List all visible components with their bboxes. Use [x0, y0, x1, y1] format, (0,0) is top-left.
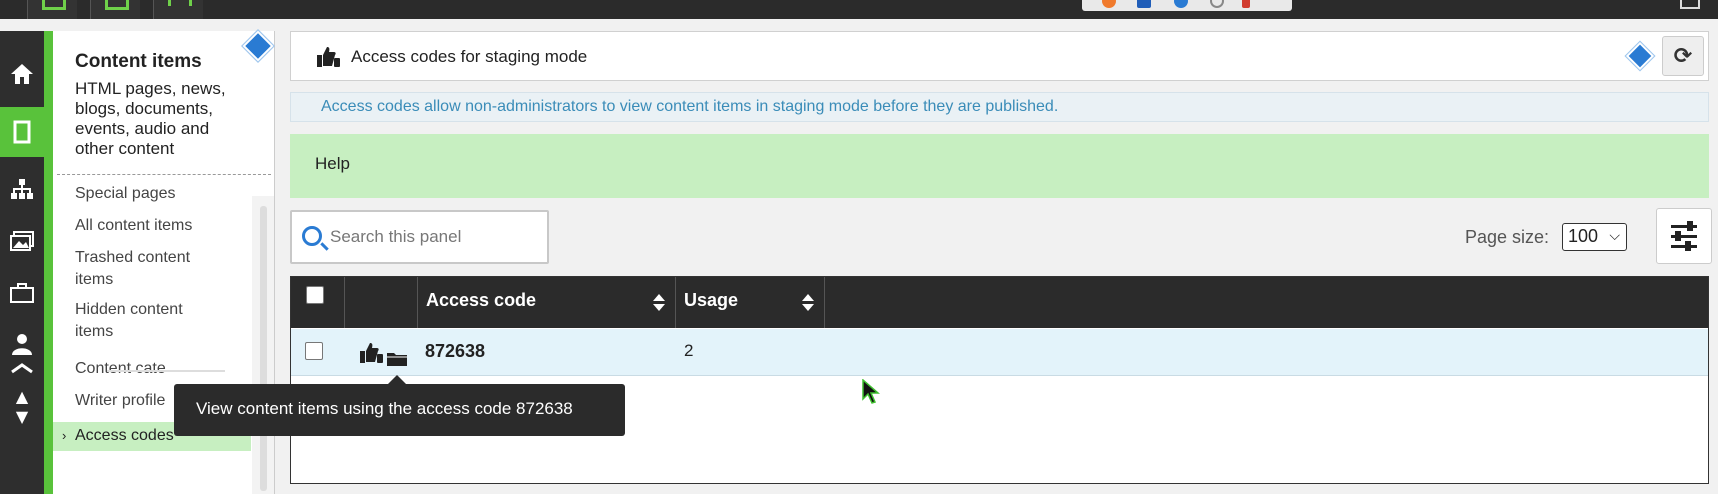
- chevron-right-icon: ›: [62, 428, 67, 443]
- access-code-icon: [317, 47, 340, 67]
- tux-badge-icon[interactable]: [1625, 41, 1655, 71]
- row-icons: [358, 341, 410, 367]
- search-box: [290, 210, 549, 264]
- panel-header: Access codes for staging mode ⟳: [290, 31, 1709, 81]
- extension-icon[interactable]: [1174, 0, 1188, 8]
- sidebar-item-content-categories[interactable]: Content cate: [53, 358, 251, 380]
- extension-icon[interactable]: [1210, 0, 1224, 8]
- column-settings-button[interactable]: [1656, 208, 1712, 264]
- dashboard-icon[interactable]: [27, 0, 77, 19]
- table-row[interactable]: 872638 2: [291, 329, 1708, 376]
- scroll-up-icon[interactable]: ▲: [16, 387, 28, 407]
- page-size-select[interactable]: 100 ⌵: [1562, 223, 1627, 251]
- row-checkbox[interactable]: [305, 342, 323, 360]
- column-header-access-code[interactable]: Access code: [418, 277, 676, 328]
- window-icon[interactable]: [153, 0, 203, 19]
- usage-cell: 2: [684, 341, 694, 360]
- refresh-icon: ⟳: [1673, 43, 1693, 69]
- select-all-column: [291, 277, 345, 328]
- select-all-checkbox[interactable]: [306, 286, 324, 304]
- info-message: Access codes allow non-administrators to…: [290, 92, 1709, 122]
- search-input[interactable]: [330, 224, 540, 250]
- content-icon[interactable]: [90, 0, 140, 19]
- refresh-button[interactable]: ⟳: [1662, 36, 1704, 76]
- scroll-arrows-icon[interactable]: ▲ ▼: [0, 377, 44, 437]
- tooltip: View content items using the access code…: [174, 375, 625, 436]
- main-nav-rail: ▲ ▼: [0, 31, 44, 494]
- sidebar-item-all-content-items[interactable]: All content items: [53, 215, 251, 237]
- sidebar-item-label: Access codes: [75, 427, 174, 444]
- info-text: Access codes allow non-administrators to…: [321, 98, 1059, 115]
- table-header: Access code Usage: [291, 277, 1708, 328]
- sidebar-scrollbar[interactable]: [252, 196, 274, 494]
- home-icon[interactable]: [0, 49, 44, 99]
- tux-badge-icon[interactable]: [242, 30, 274, 62]
- sitemap-icon[interactable]: [0, 164, 44, 214]
- tooltip-text: View content items using the access code…: [196, 399, 573, 418]
- scrollbar-thumb[interactable]: [260, 206, 267, 491]
- sidebar-description: HTML pages, news, blogs, documents, even…: [75, 79, 226, 158]
- search-icon: [302, 226, 322, 246]
- column-label: Usage: [684, 290, 739, 310]
- mail-icon[interactable]: [0, 357, 44, 379]
- sidebar-item-special-pages[interactable]: Special pages: [53, 183, 251, 205]
- sidebar-separator: [107, 370, 225, 372]
- section-accent-bar: [44, 31, 53, 494]
- top-bar: [0, 0, 1718, 19]
- sidebar-title: Content items: [75, 51, 202, 72]
- page-size-label: Page size:: [1465, 227, 1550, 247]
- sidebar-item-trashed-content-items[interactable]: Trashed content items: [53, 247, 213, 291]
- sort-icon[interactable]: [802, 294, 814, 312]
- icon-column-header: [345, 277, 418, 328]
- page-size-value: 100: [1568, 226, 1599, 246]
- column-header-usage[interactable]: Usage: [676, 277, 825, 328]
- mouse-cursor-icon: [862, 379, 880, 404]
- sidebar-item-hidden-content-items[interactable]: Hidden content items: [53, 299, 213, 343]
- window-corner-icon[interactable]: [1680, 0, 1700, 9]
- sort-icon[interactable]: [653, 294, 665, 312]
- help-label: Help: [315, 154, 350, 173]
- chevron-down-icon: ⌵: [1609, 227, 1620, 243]
- extension-icon[interactable]: [1102, 0, 1116, 8]
- help-section[interactable]: Help: [290, 134, 1709, 198]
- scroll-down-icon[interactable]: ▼: [16, 407, 28, 427]
- column-label: Access code: [426, 290, 537, 310]
- content-items-icon[interactable]: [0, 107, 44, 157]
- media-icon[interactable]: [0, 216, 44, 266]
- access-codes-table: Access code Usage 872638 2: [290, 276, 1709, 484]
- page-title: Access codes for staging mode: [351, 47, 588, 66]
- browser-extensions-strip: [1082, 0, 1292, 11]
- sidebar-divider: [57, 174, 271, 175]
- extension-icon[interactable]: [1137, 0, 1151, 8]
- briefcase-icon[interactable]: [0, 268, 44, 318]
- access-code-icon: [360, 343, 383, 363]
- access-code-cell: 872638: [425, 341, 486, 361]
- folder-icon[interactable]: [386, 349, 408, 367]
- extension-icon[interactable]: [1242, 0, 1250, 8]
